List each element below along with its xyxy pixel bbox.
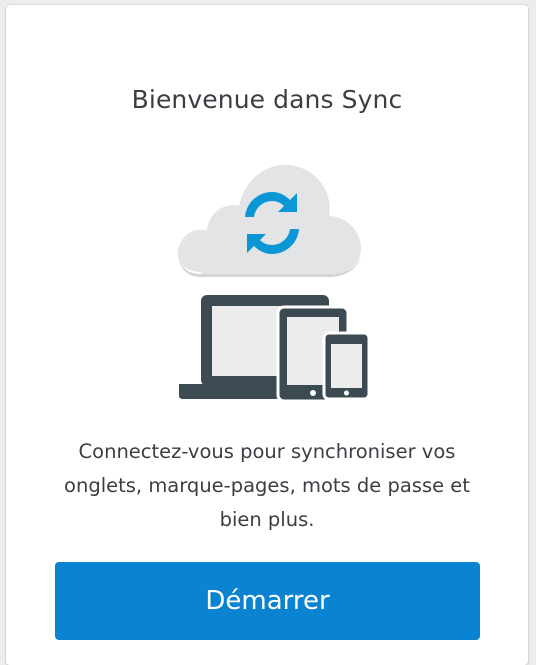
phone-icon bbox=[322, 331, 371, 401]
cloud-icon bbox=[177, 164, 361, 277]
sync-welcome-panel: Bienvenue dans Sync Connectez-vous pour … bbox=[6, 5, 528, 665]
page-title: Bienvenue dans Sync bbox=[131, 85, 403, 114]
sync-description: Connectez-vous pour synchroniser vos ong… bbox=[64, 440, 470, 531]
sync-illustration bbox=[177, 164, 371, 403]
start-button[interactable]: Démarrer bbox=[55, 562, 480, 640]
